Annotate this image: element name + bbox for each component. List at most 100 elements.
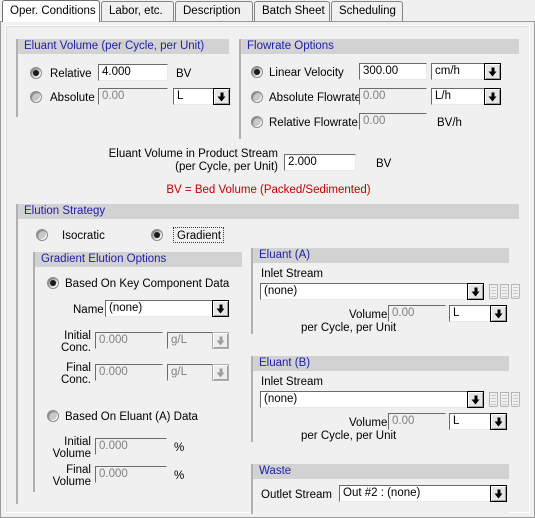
input-absolute-flowrate[interactable]: 0.00 bbox=[359, 88, 427, 105]
label-linear-velocity: Linear Velocity bbox=[269, 67, 344, 79]
tab-description[interactable]: Description bbox=[175, 1, 253, 21]
label-based-on-eluant-a: Based On Eluant (A) Data bbox=[65, 411, 198, 423]
unit-relative-volume: BV bbox=[176, 68, 192, 80]
test-tube-icon bbox=[489, 284, 498, 299]
group-waste: Waste Outlet Stream Out #2 : (none) bbox=[251, 464, 509, 514]
group-eluant-a-title: Eluant (A) bbox=[253, 248, 509, 263]
chevron-down-icon[interactable] bbox=[467, 391, 484, 408]
unit-final-volume: % bbox=[174, 470, 185, 482]
test-tube-icon bbox=[500, 392, 509, 407]
test-tube-icons-group-a bbox=[489, 284, 520, 299]
group-eluant-a: Eluant (A) Inlet Stream (none) Volume 0.… bbox=[251, 248, 520, 334]
label-final-conc-line2: Conc. bbox=[60, 374, 91, 386]
label-product-stream-line1: Eluant Volume in Product Stream bbox=[108, 148, 278, 160]
group-flowrate-options-title: Flowrate Options bbox=[241, 39, 519, 54]
test-tube-icon bbox=[511, 284, 520, 299]
group-gradient-elution-options-title: Gradient Elution Options bbox=[35, 252, 242, 267]
select-waste-outlet-stream[interactable]: Out #2 : (none) bbox=[339, 485, 507, 502]
label-eluant-b-inlet-stream: Inlet Stream bbox=[261, 376, 323, 388]
label-final-volume-line2: Volume bbox=[52, 476, 91, 488]
label-initial-volume-line2: Volume bbox=[52, 448, 91, 460]
tab-scheduling[interactable]: Scheduling bbox=[331, 1, 403, 21]
test-tube-icons-group-b bbox=[489, 392, 520, 407]
label-eluant-b-per-cycle: per Cycle, per Unit bbox=[301, 430, 397, 442]
radio-isocratic[interactable] bbox=[36, 229, 48, 241]
label-gradient: Gradient bbox=[177, 230, 222, 242]
radio-relative-flowrate[interactable] bbox=[251, 116, 263, 128]
label-based-on-key-component: Based On Key Component Data bbox=[65, 278, 230, 290]
label-isocratic: Isocratic bbox=[62, 230, 105, 242]
unit-relative-flowrate: BV/h bbox=[437, 117, 462, 129]
radio-based-on-key-component[interactable] bbox=[47, 277, 59, 289]
tab-oper-conditions[interactable]: Oper. Conditions bbox=[2, 0, 100, 22]
label-eluant-b-volume: Volume bbox=[349, 417, 388, 429]
label-initial-conc-line2: Conc. bbox=[60, 342, 91, 354]
main-panel: Eluant Volume (per Cycle, per Unit) Rela… bbox=[5, 25, 530, 514]
test-tube-icon bbox=[489, 392, 498, 407]
label-absolute-volume: Absolute bbox=[50, 92, 95, 104]
label-eluant-a-volume: Volume bbox=[349, 309, 388, 321]
chevron-down-icon[interactable] bbox=[467, 283, 484, 300]
chevron-down-icon[interactable] bbox=[213, 88, 230, 105]
unit-initial-volume: % bbox=[174, 442, 185, 454]
chevron-down-icon[interactable] bbox=[490, 305, 507, 322]
label-component-name: Name bbox=[73, 304, 104, 316]
label-waste-outlet-stream: Outlet Stream bbox=[261, 489, 332, 501]
chevron-down-icon[interactable] bbox=[484, 63, 501, 80]
group-eluant-volume: Eluant Volume (per Cycle, per Unit) Rela… bbox=[16, 39, 231, 117]
label-product-stream-line2: (per Cycle, per Unit) bbox=[175, 161, 278, 173]
chevron-down-icon bbox=[212, 364, 229, 381]
tab-label: Batch Sheet bbox=[262, 5, 325, 17]
chevron-down-icon bbox=[212, 332, 229, 349]
note-bed-volume: BV = Bed Volume (Packed/Sedimented) bbox=[166, 184, 371, 196]
label-relative-flowrate: Relative Flowrate bbox=[269, 117, 358, 129]
input-relative-volume[interactable]: 4.000 bbox=[98, 64, 168, 81]
group-elution-strategy: Elution Strategy Isocratic Gradient Grad… bbox=[16, 204, 520, 514]
select-eluant-b-inlet-stream[interactable]: (none) bbox=[260, 391, 484, 408]
test-tube-icon bbox=[511, 392, 520, 407]
chevron-down-icon[interactable] bbox=[212, 300, 229, 317]
label-absolute-flowrate: Absolute Flowrate bbox=[269, 92, 362, 104]
radio-linear-velocity[interactable] bbox=[251, 66, 263, 78]
tab-label: Scheduling bbox=[339, 5, 396, 17]
radio-relative-volume[interactable] bbox=[30, 67, 42, 79]
label-eluant-a-inlet-stream: Inlet Stream bbox=[261, 268, 323, 280]
group-gradient-elution-options: Gradient Elution Options Based On Key Co… bbox=[33, 252, 242, 492]
tab-label: Labor, etc. bbox=[109, 5, 163, 17]
chevron-down-icon[interactable] bbox=[484, 88, 501, 105]
input-initial-conc[interactable]: 0.000 bbox=[95, 332, 163, 349]
radio-absolute-volume[interactable] bbox=[30, 91, 42, 103]
group-eluant-b-title: Eluant (B) bbox=[253, 356, 509, 371]
tab-strip: Oper. Conditions Labor, etc. Description… bbox=[0, 0, 535, 22]
input-initial-volume[interactable]: 0.000 bbox=[95, 438, 167, 455]
chevron-down-icon[interactable] bbox=[490, 413, 507, 430]
select-eluant-a-inlet-stream[interactable]: (none) bbox=[260, 283, 484, 300]
group-eluant-b: Eluant (B) Inlet Stream (none) Volume 0.… bbox=[251, 356, 520, 442]
tab-page-content: Eluant Volume (per Cycle, per Unit) Rela… bbox=[0, 21, 535, 518]
input-final-conc[interactable]: 0.000 bbox=[95, 364, 163, 381]
input-absolute-volume[interactable]: 0.00 bbox=[98, 88, 168, 105]
test-tube-icon bbox=[500, 284, 509, 299]
radio-gradient[interactable] bbox=[151, 229, 163, 241]
unit-product-stream-volume: BV bbox=[376, 158, 392, 170]
tab-label: Oper. Conditions bbox=[10, 5, 96, 17]
input-final-volume[interactable]: 0.000 bbox=[95, 466, 167, 483]
tab-label: Description bbox=[183, 5, 241, 17]
group-eluant-volume-title: Eluant Volume (per Cycle, per Unit) bbox=[18, 39, 229, 54]
tab-batch-sheet[interactable]: Batch Sheet bbox=[254, 1, 330, 21]
input-eluant-b-volume[interactable]: 0.00 bbox=[388, 413, 446, 430]
input-eluant-a-volume[interactable]: 0.00 bbox=[388, 305, 446, 322]
label-eluant-a-per-cycle: per Cycle, per Unit bbox=[301, 322, 397, 334]
chevron-down-icon[interactable] bbox=[490, 485, 507, 502]
tab-labor-etc[interactable]: Labor, etc. bbox=[101, 1, 174, 21]
radio-based-on-eluant-a[interactable] bbox=[47, 410, 59, 422]
group-waste-title: Waste bbox=[253, 464, 509, 479]
group-elution-strategy-title: Elution Strategy bbox=[18, 204, 519, 219]
label-relative-volume: Relative bbox=[50, 68, 92, 80]
radio-absolute-flowrate[interactable] bbox=[251, 91, 263, 103]
group-flowrate-options: Flowrate Options Linear Velocity 300.00 … bbox=[239, 39, 519, 139]
input-relative-flowrate[interactable]: 0.00 bbox=[359, 113, 427, 130]
select-component-name[interactable]: (none) bbox=[105, 300, 229, 317]
input-product-stream-volume[interactable]: 2.000 bbox=[284, 154, 356, 171]
input-linear-velocity[interactable]: 300.00 bbox=[359, 63, 427, 80]
